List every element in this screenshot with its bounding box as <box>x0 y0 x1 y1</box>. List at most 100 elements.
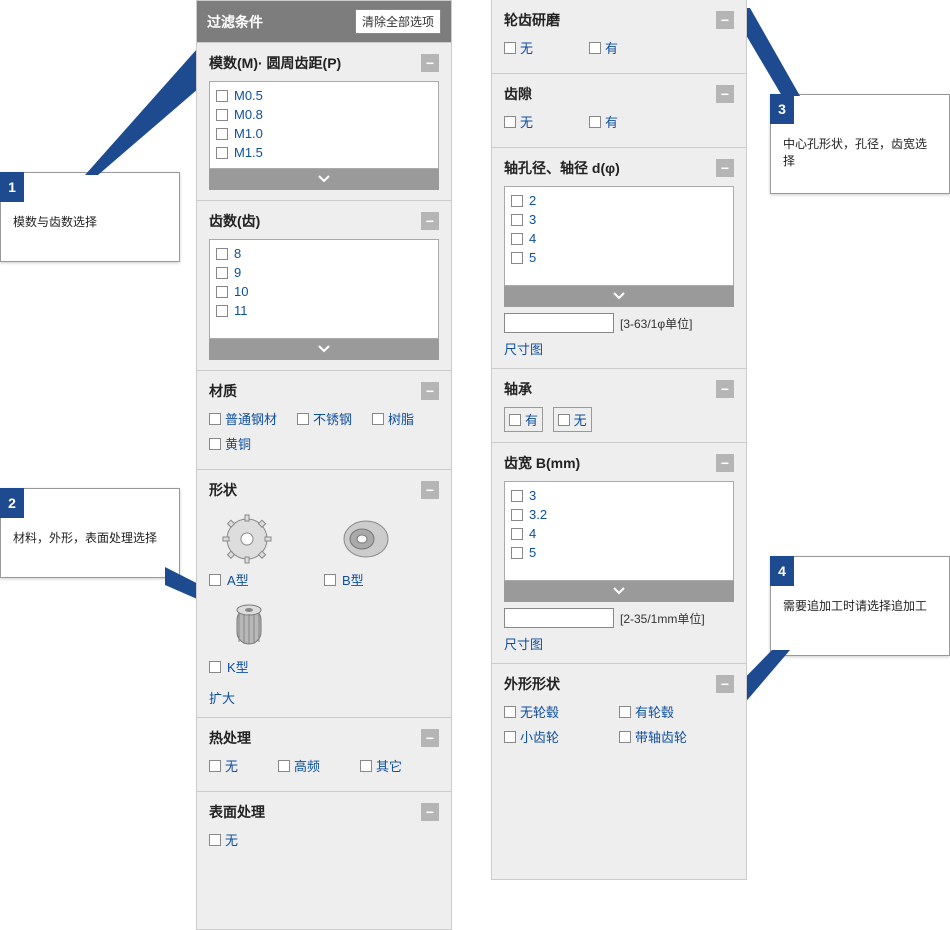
list-item[interactable]: 8 <box>216 244 432 263</box>
list-item[interactable]: 5 <box>511 543 727 562</box>
checkbox-icon[interactable] <box>511 509 523 521</box>
bearing-option-no[interactable]: 无 <box>553 407 592 432</box>
checkbox-icon[interactable] <box>209 413 221 425</box>
checkbox-icon[interactable] <box>504 731 516 743</box>
checkbox-icon[interactable] <box>324 574 336 586</box>
collapse-icon[interactable]: − <box>421 481 439 499</box>
collapse-icon[interactable]: − <box>421 382 439 400</box>
checkbox-icon[interactable] <box>216 109 228 121</box>
checkbox-icon[interactable] <box>511 490 523 502</box>
checkbox-icon[interactable] <box>504 706 516 718</box>
checkbox-icon[interactable] <box>216 248 228 260</box>
grind-option[interactable]: 无 <box>504 38 533 57</box>
checkbox-icon[interactable] <box>360 760 372 772</box>
grind-option[interactable]: 有 <box>589 38 618 57</box>
checkbox-icon[interactable] <box>209 661 221 673</box>
checkbox-icon[interactable] <box>504 42 516 54</box>
collapse-icon[interactable]: − <box>421 212 439 230</box>
list-item[interactable]: 9 <box>216 263 432 282</box>
checkbox-icon[interactable] <box>216 90 228 102</box>
expand-button[interactable] <box>504 285 734 307</box>
list-item[interactable]: 3.2 <box>511 505 727 524</box>
expand-button[interactable] <box>504 580 734 602</box>
checkbox-icon[interactable] <box>372 413 384 425</box>
heat-option[interactable]: 高频 <box>278 756 320 775</box>
outform-option[interactable]: 小齿轮 <box>504 727 619 746</box>
checkbox-icon[interactable] <box>216 267 228 279</box>
material-option[interactable]: 普通钢材 <box>209 409 277 428</box>
backlash-option[interactable]: 无 <box>504 112 533 131</box>
checkbox-icon[interactable] <box>209 834 221 846</box>
collapse-icon[interactable]: − <box>421 54 439 72</box>
list-item[interactable]: M1.0 <box>216 124 432 143</box>
checkbox-icon[interactable] <box>209 438 221 450</box>
checkbox-icon[interactable] <box>511 195 523 207</box>
material-option[interactable]: 不锈钢 <box>297 409 352 428</box>
collapse-icon[interactable]: − <box>716 85 734 103</box>
checkbox-icon[interactable] <box>558 414 570 426</box>
module-listbox[interactable]: M0.5 M0.8 M1.0 M1.5 <box>209 81 439 169</box>
width-input[interactable] <box>504 608 614 628</box>
checkbox-icon[interactable] <box>509 414 521 426</box>
outform-option[interactable]: 有轮毂 <box>619 702 734 721</box>
list-item[interactable]: 10 <box>216 282 432 301</box>
expand-button[interactable] <box>209 338 439 360</box>
collapse-icon[interactable]: − <box>716 675 734 693</box>
checkbox-icon[interactable] <box>589 116 601 128</box>
list-item[interactable]: 2 <box>511 191 727 210</box>
checkbox-icon[interactable] <box>589 42 601 54</box>
list-item[interactable]: 3 <box>511 486 727 505</box>
material-option[interactable]: 黄铜 <box>209 434 251 453</box>
collapse-icon[interactable]: − <box>716 11 734 29</box>
outform-option[interactable]: 带轴齿轮 <box>619 727 734 746</box>
teeth-listbox[interactable]: 8 9 10 11 <box>209 239 439 339</box>
checkbox-icon[interactable] <box>216 128 228 140</box>
material-option[interactable]: 树脂 <box>372 409 414 428</box>
outform-option[interactable]: 无轮毂 <box>504 702 619 721</box>
checkbox-icon[interactable] <box>504 116 516 128</box>
checkbox-icon[interactable] <box>511 214 523 226</box>
list-item[interactable]: 3 <box>511 210 727 229</box>
checkbox-icon[interactable] <box>216 286 228 298</box>
collapse-icon[interactable]: − <box>716 159 734 177</box>
clear-all-button[interactable]: 清除全部选项 <box>355 9 441 34</box>
surface-option[interactable]: 无 <box>209 830 238 849</box>
collapse-icon[interactable]: − <box>421 729 439 747</box>
list-item[interactable]: M0.5 <box>216 86 432 105</box>
collapse-icon[interactable]: − <box>716 380 734 398</box>
list-item[interactable]: M0.8 <box>216 105 432 124</box>
expand-button[interactable] <box>209 168 439 190</box>
checkbox-icon[interactable] <box>511 547 523 559</box>
shape-option-b[interactable]: B型 <box>324 570 364 589</box>
checkbox-icon[interactable] <box>619 706 631 718</box>
checkbox-icon[interactable] <box>511 252 523 264</box>
bearing-option-yes[interactable]: 有 <box>504 407 543 432</box>
dimension-link[interactable]: 尺寸图 <box>504 634 543 653</box>
bore-input[interactable] <box>504 313 614 333</box>
list-item[interactable]: 4 <box>511 524 727 543</box>
checkbox-icon[interactable] <box>297 413 309 425</box>
checkbox-icon[interactable] <box>216 305 228 317</box>
shape-option-k[interactable]: K型 <box>209 657 249 676</box>
dimension-link[interactable]: 尺寸图 <box>504 339 543 358</box>
heat-option[interactable]: 其它 <box>360 756 402 775</box>
backlash-option[interactable]: 有 <box>589 112 618 131</box>
checkbox-icon[interactable] <box>511 528 523 540</box>
checkbox-icon[interactable] <box>216 147 228 159</box>
collapse-icon[interactable]: − <box>421 803 439 821</box>
checkbox-icon[interactable] <box>619 731 631 743</box>
enlarge-link[interactable]: 扩大 <box>209 688 235 707</box>
collapse-icon[interactable]: − <box>716 454 734 472</box>
list-item[interactable]: M1.5 <box>216 143 432 162</box>
checkbox-icon[interactable] <box>511 233 523 245</box>
checkbox-icon[interactable] <box>278 760 290 772</box>
checkbox-icon[interactable] <box>209 574 221 586</box>
heat-option[interactable]: 无 <box>209 756 238 775</box>
list-item[interactable]: 5 <box>511 248 727 267</box>
checkbox-icon[interactable] <box>209 760 221 772</box>
width-listbox[interactable]: 3 3.2 4 5 <box>504 481 734 581</box>
list-item[interactable]: 11 <box>216 301 432 320</box>
bore-listbox[interactable]: 2 3 4 5 <box>504 186 734 286</box>
shape-option-a[interactable]: A型 <box>209 570 249 589</box>
list-item[interactable]: 4 <box>511 229 727 248</box>
